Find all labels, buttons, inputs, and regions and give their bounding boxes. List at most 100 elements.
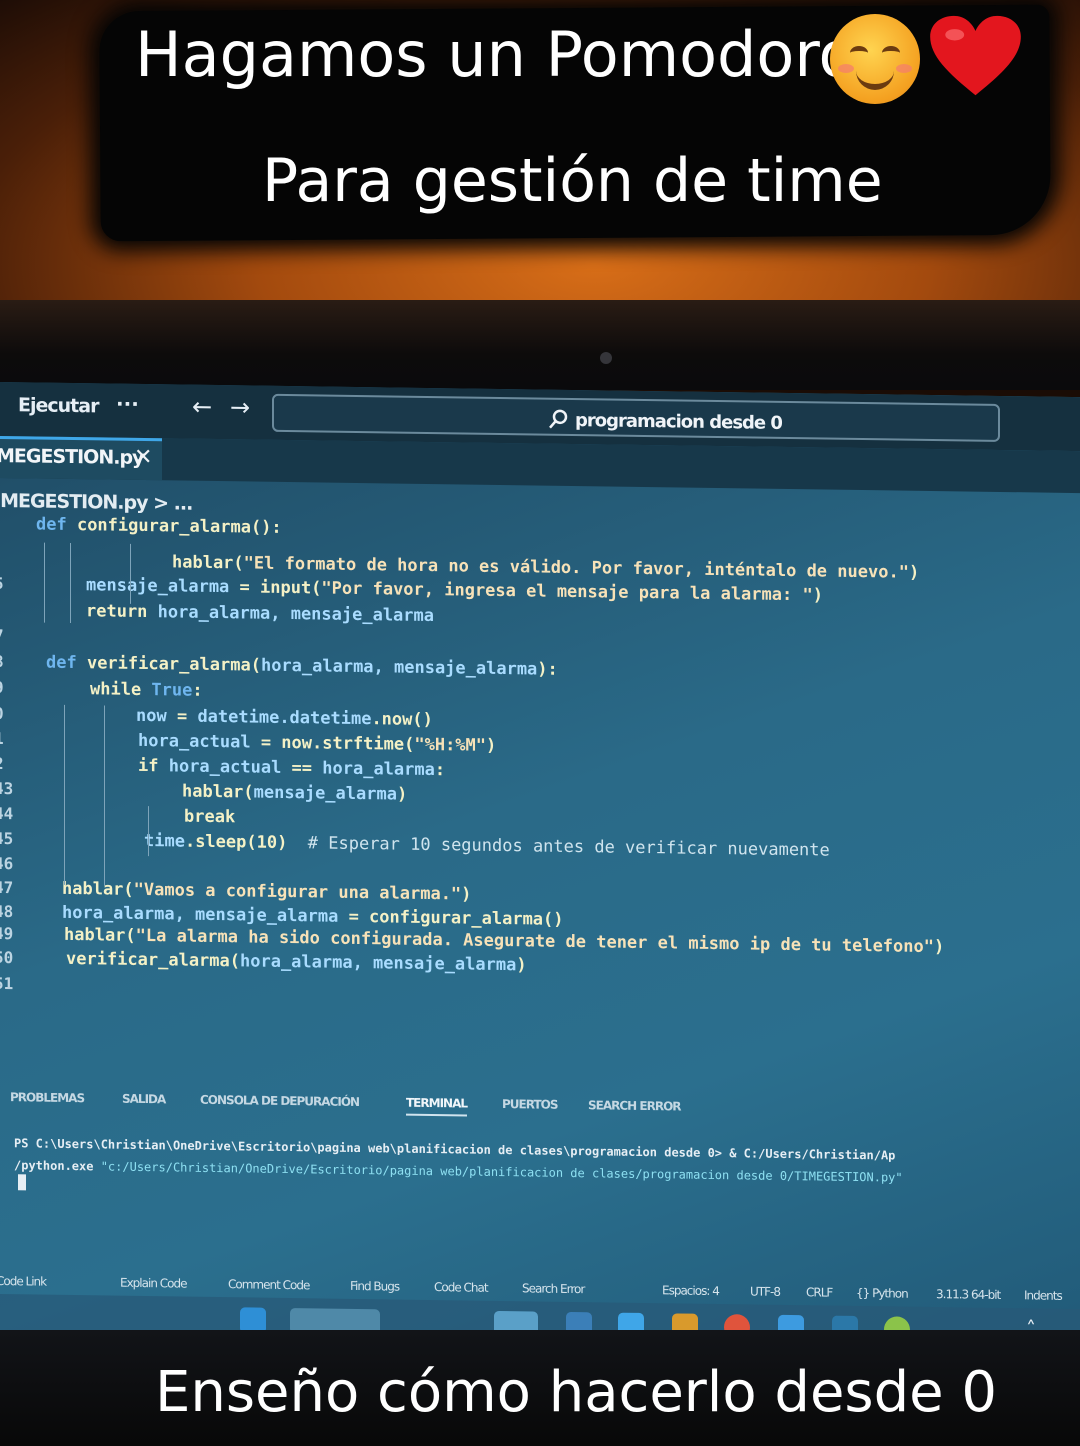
code-token: : bbox=[192, 680, 203, 701]
code-token: configurar_alarma(): bbox=[76, 515, 282, 538]
code-text: while True: bbox=[90, 679, 203, 701]
status-code-link[interactable]: Code Link bbox=[0, 1274, 46, 1289]
webcam-icon bbox=[600, 352, 612, 364]
search-text: programacion desde 0 bbox=[575, 410, 782, 434]
panel-tab-terminal[interactable]: TERMINAL bbox=[406, 1095, 468, 1117]
red-heart-icon bbox=[930, 15, 1021, 96]
code-text: hablar("Vamos a configurar una alarma.") bbox=[62, 879, 471, 905]
code-text: def configurar_alarma(): bbox=[36, 515, 282, 538]
code-token: while bbox=[90, 679, 152, 701]
tab-timegestion[interactable]: MEGESTION.py ✕ bbox=[0, 436, 162, 481]
indent-guide bbox=[70, 542, 71, 623]
line-number bbox=[0, 514, 34, 515]
line-number: 8 bbox=[0, 651, 4, 672]
line-number bbox=[0, 600, 34, 601]
search-icon bbox=[549, 409, 568, 429]
status-code-chat[interactable]: Code Chat bbox=[434, 1280, 488, 1295]
caption-title: Hagamos un Pomodoro bbox=[135, 18, 857, 91]
indent-guide bbox=[44, 542, 45, 623]
code-editor[interactable]: def configurar_alarma(): hablar("El forma… bbox=[0, 514, 1080, 994]
laptop-screen: Ejecutar ··· ← → programacion desde 0 ME… bbox=[0, 382, 1080, 1353]
laptop-bezel bbox=[0, 300, 1080, 390]
indent-guide bbox=[148, 806, 149, 857]
code-token: hora_alarma, mensaje_alarma bbox=[157, 602, 434, 627]
code-token: ) bbox=[461, 884, 472, 905]
code-text: time.sleep(10) # Esperar 10 segundos ant… bbox=[144, 831, 830, 861]
terminal-path-link[interactable]: "c:/Users/Christian/OneDrive/Escritorio/… bbox=[101, 1159, 903, 1184]
line-number: 49 bbox=[0, 923, 14, 944]
status-indentation[interactable]: Espacios: 4 bbox=[662, 1283, 719, 1298]
code-token: == bbox=[281, 757, 323, 779]
status-comment-code[interactable]: Comment Code bbox=[228, 1277, 309, 1292]
code-token: "Vamos a configurar una alarma." bbox=[133, 879, 462, 905]
code-token: hablar( bbox=[62, 878, 134, 900]
status-interpreter[interactable]: 3.11.3 64-bit bbox=[936, 1287, 1000, 1302]
line-number: 2 bbox=[0, 753, 4, 774]
line-number: 48 bbox=[0, 901, 14, 922]
code-token: ) bbox=[933, 937, 945, 958]
indent-guide bbox=[64, 704, 65, 885]
code-token: hablar( bbox=[172, 552, 244, 574]
forward-arrow-icon[interactable]: → bbox=[230, 393, 250, 421]
line-number: 1 bbox=[0, 728, 4, 749]
code-token: = configurar_alarma() bbox=[338, 906, 564, 930]
line-number: 7 bbox=[0, 625, 4, 646]
line-number: 50 bbox=[0, 947, 14, 968]
status-line-ending[interactable]: CRLF bbox=[806, 1285, 832, 1299]
line-number: 47 bbox=[0, 877, 14, 898]
code-token: break bbox=[184, 806, 236, 828]
code-token: hora_alarma, mensaje_alarma bbox=[62, 902, 339, 927]
code-token: hablar( bbox=[182, 781, 254, 803]
status-language[interactable]: {} Python bbox=[856, 1286, 908, 1301]
code-token: verificar_alarma( bbox=[86, 653, 261, 676]
status-encoding[interactable]: UTF-8 bbox=[750, 1284, 780, 1298]
code-token: def bbox=[46, 652, 87, 674]
code-token: # Esperar 10 segundos antes de verificar… bbox=[307, 833, 830, 861]
code-token: hora_alarma, mensaje_alarma bbox=[260, 655, 538, 680]
line-number: 9 bbox=[0, 677, 4, 698]
close-icon[interactable]: ✕ bbox=[134, 445, 152, 470]
code-text: verificar_alarma(hora_alarma, mensaje_al… bbox=[66, 949, 527, 975]
panel-tab-problems[interactable]: PROBLEMAS bbox=[10, 1090, 84, 1105]
panel-tab-debug-console[interactable]: CONSOLA DE DEPURACIÓN bbox=[200, 1093, 359, 1109]
line-number: 44 bbox=[0, 803, 14, 824]
code-token: return bbox=[86, 601, 158, 623]
indent-guide bbox=[130, 543, 131, 604]
code-token: "%H:%M" bbox=[414, 734, 487, 756]
breadcrumb[interactable]: IMEGESTION.py > ... bbox=[0, 490, 192, 515]
code-token: .sleep(10) bbox=[184, 831, 308, 854]
status-search-error[interactable]: Search Error bbox=[522, 1281, 584, 1296]
code-token: if bbox=[138, 755, 169, 777]
terminal-line: PS C:\Users\Christian\OneDrive\Escritori… bbox=[14, 1136, 896, 1163]
code-token: now bbox=[136, 705, 167, 727]
line-number: 45 bbox=[0, 828, 14, 849]
code-token: datetime.datetime bbox=[197, 706, 372, 730]
panel-tab-output[interactable]: SALIDA bbox=[122, 1092, 165, 1107]
menu-more-icon[interactable]: ··· bbox=[116, 392, 139, 416]
code-token: : bbox=[434, 760, 446, 781]
code-text: def verificar_alarma(hora_alarma, mensaj… bbox=[46, 653, 558, 680]
code-token: ) bbox=[486, 735, 497, 756]
line-number: 0 bbox=[0, 703, 4, 724]
panel-tab-search-error[interactable]: SEARCH ERROR bbox=[588, 1098, 681, 1113]
indent-guide bbox=[104, 705, 105, 886]
code-token: hablar( bbox=[64, 924, 136, 946]
status-explain-code[interactable]: Explain Code bbox=[120, 1276, 186, 1291]
status-indents[interactable]: Indents bbox=[1024, 1288, 1062, 1303]
code-text: hablar(mensaje_alarma) bbox=[182, 782, 407, 805]
code-token: def bbox=[36, 514, 77, 536]
bottom-panel: PROBLEMAS SALIDA CONSOLA DE DEPURACIÓN T… bbox=[0, 1072, 1080, 1287]
code-text: if hora_actual == hora_alarma: bbox=[138, 756, 445, 780]
tab-label: MEGESTION.py bbox=[0, 444, 144, 470]
terminal-command: /python.exe bbox=[14, 1158, 101, 1174]
code-text: break bbox=[184, 807, 235, 828]
caption-bottom: Enseño cómo hacerlo desde 0 bbox=[155, 1360, 998, 1425]
status-find-bugs[interactable]: Find Bugs bbox=[350, 1279, 399, 1294]
code-token: ) bbox=[516, 955, 527, 976]
caption-subtitle: Para gestión de time bbox=[262, 146, 883, 216]
back-arrow-icon[interactable]: ← bbox=[192, 393, 212, 421]
panel-tab-ports[interactable]: PUERTOS bbox=[502, 1097, 557, 1112]
code-token: mensaje_alarma bbox=[86, 575, 230, 598]
code-token: ) bbox=[396, 784, 408, 805]
menu-run[interactable]: Ejecutar bbox=[18, 394, 98, 417]
